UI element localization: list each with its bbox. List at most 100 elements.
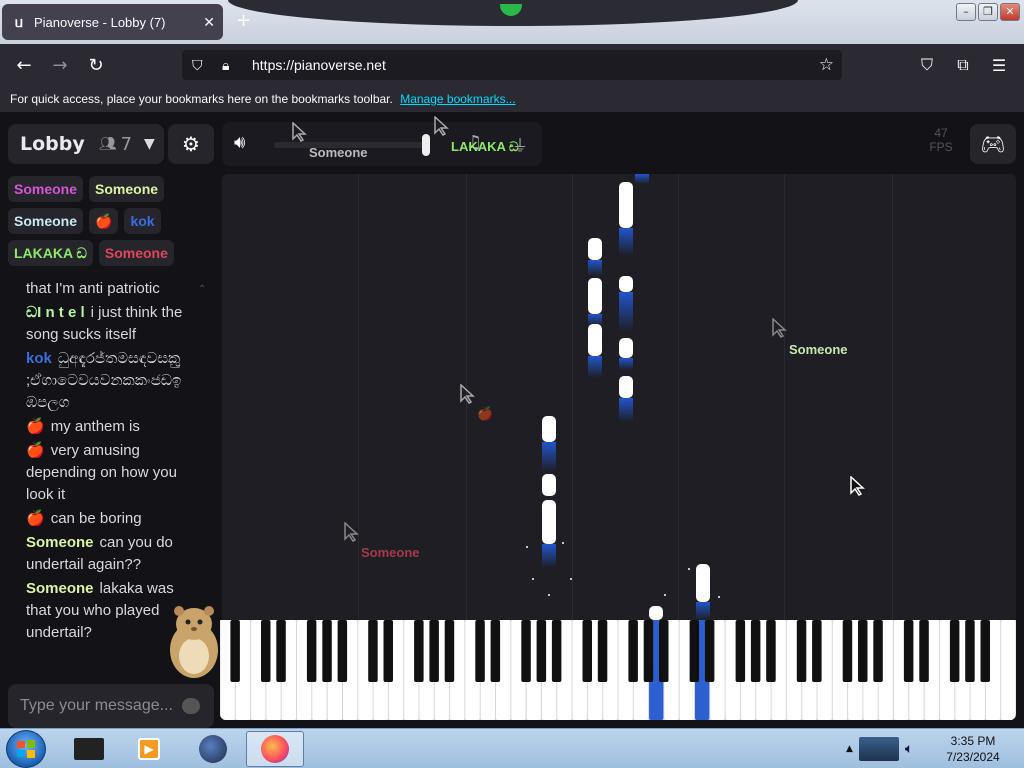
black-key[interactable]	[490, 620, 501, 682]
user-tag[interactable]: Someone	[8, 176, 84, 202]
chat-author[interactable]: ඩI n t e l	[26, 304, 85, 321]
browser-tab-active[interactable]: ᥙ Pianoverse - Lobby (7) ✕	[2, 4, 223, 40]
navigation-toolbar: ← → ↻ ⛉ 🔒︎ https://pianoverse.net ☆ ⛉ ⧉ …	[0, 44, 1024, 86]
fps-counter: 47 FPS	[918, 126, 964, 154]
settings-button[interactable]: ⚙	[168, 124, 214, 164]
reload-button[interactable]: ↻	[78, 49, 114, 81]
black-key[interactable]	[475, 620, 485, 682]
black-key[interactable]	[858, 620, 868, 682]
sparkle	[562, 542, 564, 544]
piano-keys[interactable]	[220, 620, 1016, 720]
chat-message: 🍎 my anthem is	[26, 416, 196, 438]
chat-input[interactable]: Type your message...	[8, 684, 214, 728]
black-key[interactable]	[368, 620, 378, 682]
chat-author[interactable]: kok	[26, 350, 52, 367]
user-tag[interactable]: Someone	[98, 240, 174, 266]
taskbar-app-explorer[interactable]	[60, 731, 118, 767]
black-key[interactable]	[750, 620, 761, 682]
black-key[interactable]	[796, 620, 807, 682]
taskbar-app-globe[interactable]	[184, 731, 242, 767]
chat-author[interactable]: 🍎	[26, 418, 45, 435]
black-key[interactable]	[582, 620, 593, 682]
black-key[interactable]	[429, 620, 439, 682]
chat-author[interactable]: 🍎	[26, 510, 45, 527]
extensions-icon[interactable]: ⧉	[948, 50, 978, 80]
discord-button[interactable]: 🎮︎	[970, 124, 1016, 164]
address-bar[interactable]: ⛉ 🔒︎ https://pianoverse.net ☆	[182, 50, 842, 80]
url-text[interactable]: https://pianoverse.net	[252, 57, 386, 73]
black-key[interactable]	[322, 620, 332, 682]
remote-cursor	[344, 522, 359, 542]
black-key[interactable]	[903, 620, 914, 682]
black-key[interactable]	[536, 620, 547, 682]
black-key[interactable]	[842, 620, 853, 682]
user-tag[interactable]: kok	[124, 208, 161, 234]
black-key[interactable]	[306, 620, 317, 682]
black-key[interactable]	[766, 620, 776, 682]
black-key[interactable]	[643, 620, 654, 682]
black-key[interactable]	[689, 620, 700, 682]
titlebar-decoration	[228, 0, 798, 26]
bookmark-star-icon[interactable]: ☆	[819, 55, 834, 75]
black-key[interactable]	[444, 620, 455, 682]
network-icon[interactable]	[858, 737, 899, 761]
user-tag[interactable]: 🍎	[89, 208, 119, 234]
black-key[interactable]	[980, 620, 991, 682]
user-tag[interactable]: Someone	[8, 208, 84, 234]
pocket-icon[interactable]: ⛉	[912, 50, 942, 80]
user-tag[interactable]: LAKAKA ඩ	[8, 240, 93, 266]
black-key[interactable]	[965, 620, 975, 682]
lock-icon[interactable]: 🔒︎	[222, 57, 244, 74]
chat-author[interactable]: Someone	[26, 580, 94, 597]
black-key[interactable]	[873, 620, 883, 682]
fps-label: FPS	[929, 140, 953, 154]
chat-bubble-icon[interactable]	[182, 698, 200, 714]
black-key[interactable]	[659, 620, 669, 682]
system-clock[interactable]: 3:35 PM 7/23/2024	[930, 733, 1016, 765]
close-window-button[interactable]: ✕	[1000, 3, 1020, 21]
chat-author[interactable]: 🍎	[26, 442, 45, 459]
forward-button[interactable]: →	[42, 49, 78, 81]
black-key[interactable]	[276, 620, 286, 682]
start-button[interactable]	[6, 730, 46, 768]
volume-icon[interactable]: 🔊︎	[234, 132, 245, 153]
chat-message: ඩI n t e li just think the song sucks it…	[26, 302, 196, 346]
shield-icon[interactable]: ⛉	[192, 57, 214, 74]
black-key[interactable]	[230, 620, 240, 682]
octave-gridline	[678, 174, 679, 620]
chat-input-placeholder[interactable]: Type your message...	[20, 697, 173, 715]
room-selector[interactable]: Lobby 👥︎ 7 ▼	[8, 124, 164, 164]
taskbar-app-media[interactable]: ▶	[120, 731, 178, 767]
black-key[interactable]	[949, 620, 960, 682]
black-key[interactable]	[597, 620, 608, 682]
black-key[interactable]	[919, 620, 929, 682]
black-key[interactable]	[812, 620, 822, 682]
menu-icon[interactable]: ☰	[984, 50, 1014, 80]
user-tag[interactable]: Someone	[89, 176, 165, 202]
black-key[interactable]	[521, 620, 531, 682]
sound-icon[interactable]: 🔈︎	[905, 741, 913, 757]
show-hidden-icons[interactable]: ▲	[846, 744, 853, 754]
tab-close-icon[interactable]: ✕	[203, 14, 215, 31]
black-key[interactable]	[383, 620, 394, 682]
volume-slider-thumb[interactable]	[422, 134, 430, 156]
black-key[interactable]	[735, 620, 746, 682]
back-button[interactable]: ←	[6, 49, 42, 81]
black-key[interactable]	[261, 620, 271, 682]
black-key[interactable]	[414, 620, 424, 682]
new-tab-button[interactable]: +	[236, 10, 251, 31]
system-tray: ▲ 🔈︎	[842, 729, 938, 768]
black-key[interactable]	[704, 620, 715, 682]
black-key[interactable]	[628, 620, 638, 682]
white-key[interactable]	[1001, 620, 1016, 720]
chat-scroll-up-icon[interactable]: ⌃	[198, 284, 206, 295]
minimize-button[interactable]: –	[956, 3, 976, 21]
piano-keyboard[interactable]	[220, 620, 1016, 720]
taskbar-app-firefox[interactable]	[246, 731, 304, 767]
manage-bookmarks-link[interactable]: Manage bookmarks...	[400, 92, 515, 106]
note-visualizer	[222, 174, 1016, 620]
chat-author[interactable]: Someone	[26, 534, 94, 551]
restore-button[interactable]: ❐	[978, 3, 998, 21]
black-key[interactable]	[337, 620, 348, 682]
black-key[interactable]	[551, 620, 562, 682]
